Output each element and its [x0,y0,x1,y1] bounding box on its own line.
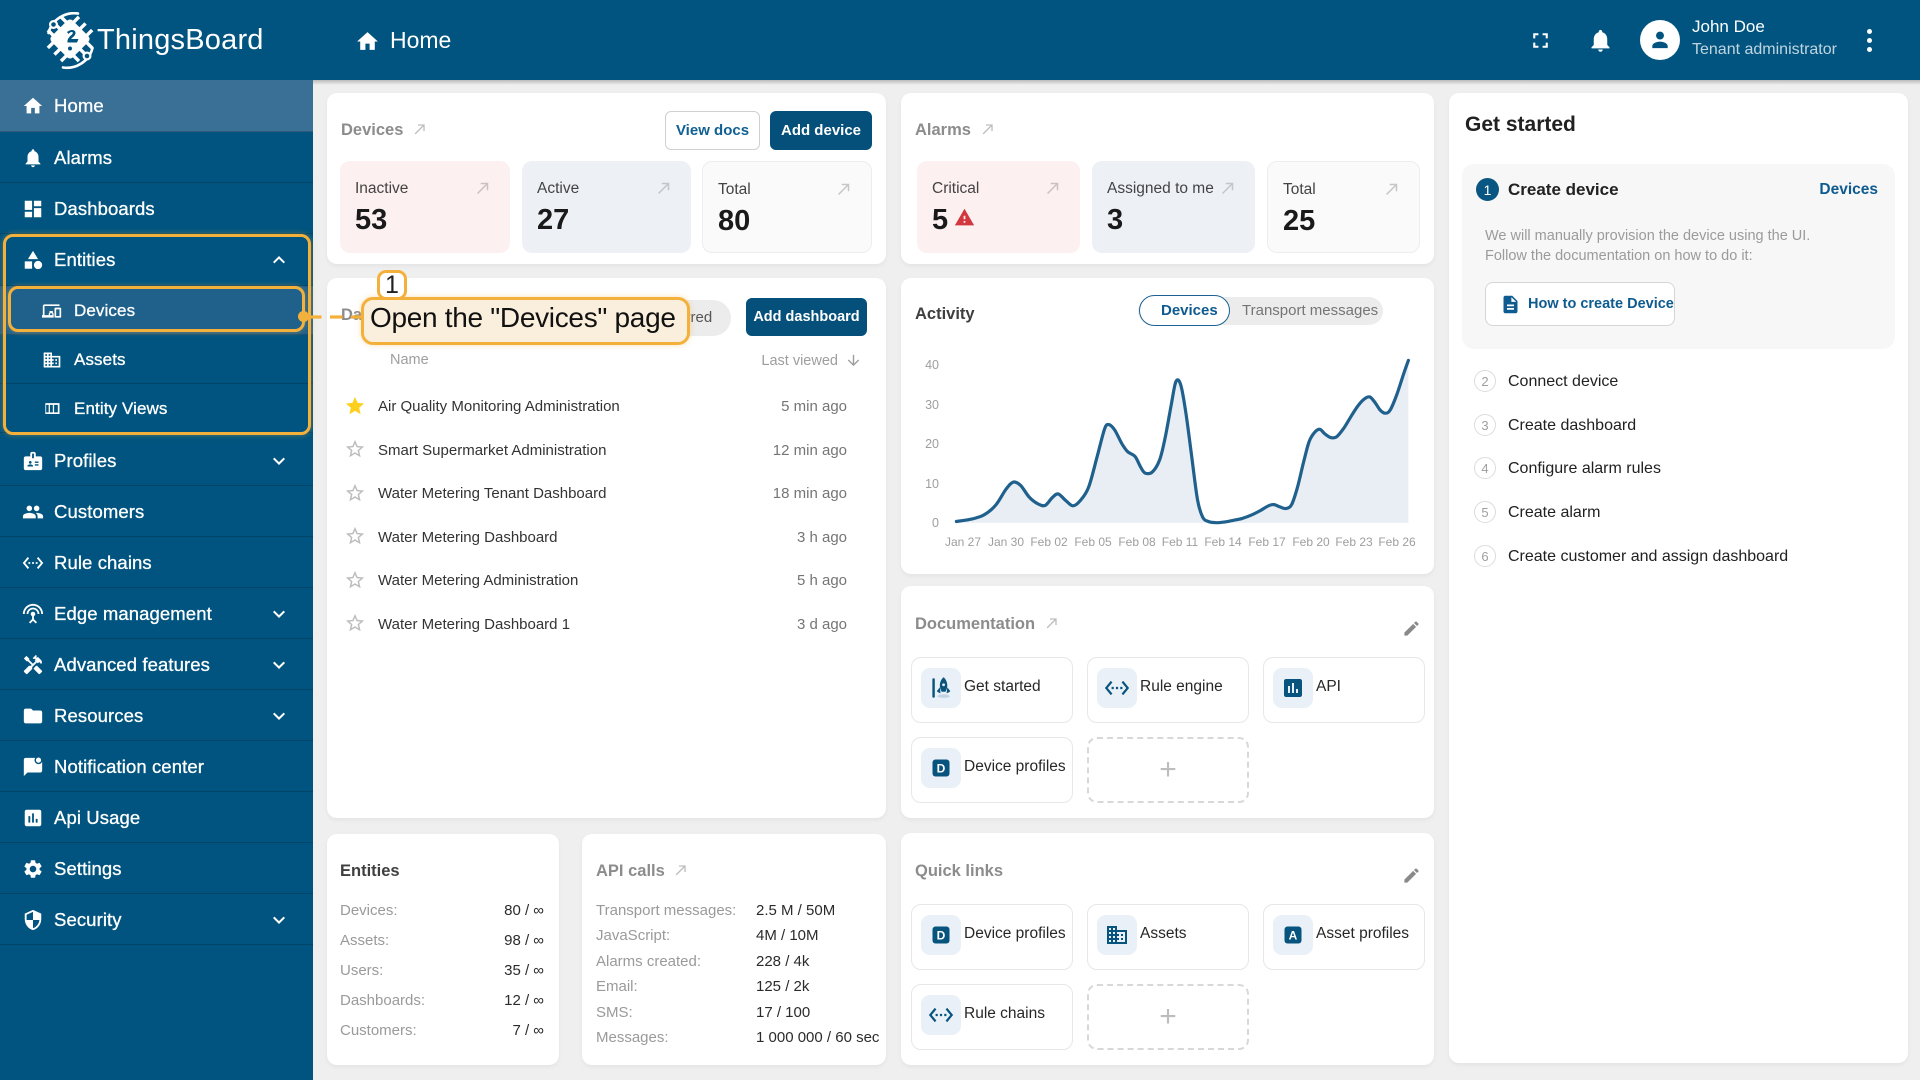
svg-text:D: D [937,929,946,943]
svg-text:D: D [937,762,946,776]
svg-text:A: A [1289,929,1298,943]
